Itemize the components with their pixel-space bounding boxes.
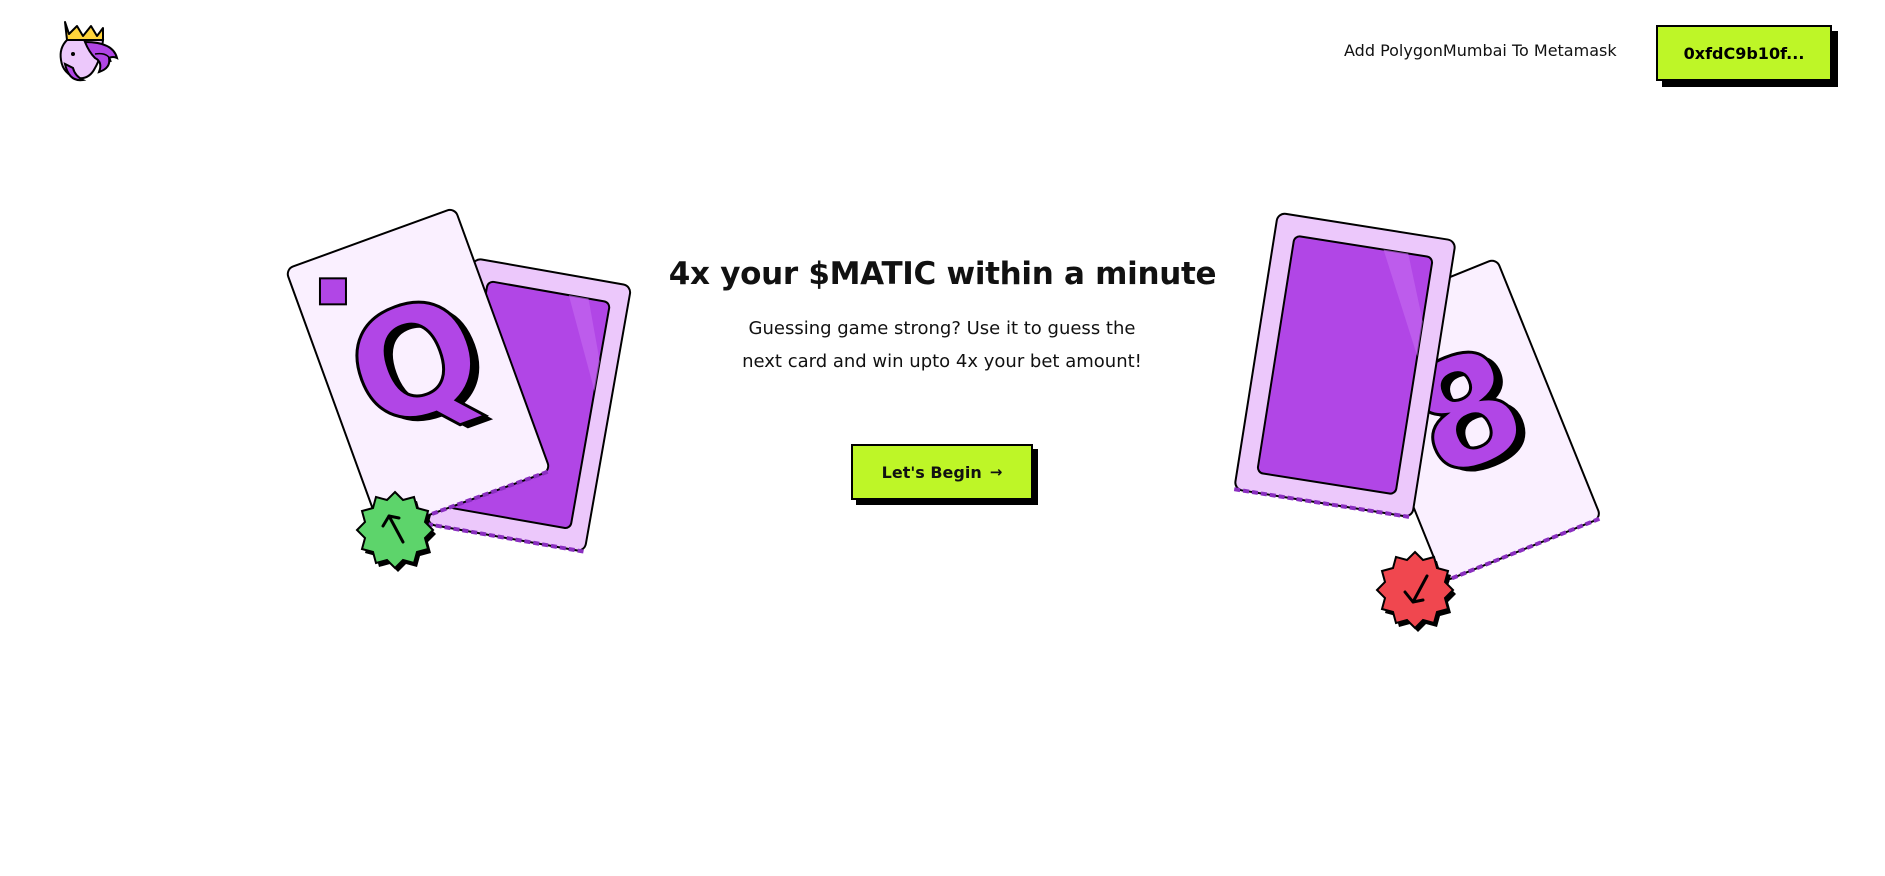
king-logo-icon[interactable] [55, 18, 125, 86]
lets-begin-label: Let's Begin [881, 462, 982, 482]
hero-subtitle: Guessing game strong? Use it to guess th… [742, 318, 1142, 372]
lets-begin-button[interactable]: Let's Begin → [851, 444, 1033, 500]
wallet-address-button[interactable]: 0xfdC9b10f... [1656, 25, 1832, 81]
add-network-link[interactable]: Add PolygonMumbai To Metamask [1344, 41, 1617, 60]
arrow-right-icon: → [989, 463, 1003, 481]
queen-card-illustration: Q Q [280, 190, 680, 590]
eight-card-illustration: 8 8 [1200, 190, 1620, 640]
page: Add PolygonMumbai To Metamask 0xfdC9b10f… [0, 0, 1885, 876]
